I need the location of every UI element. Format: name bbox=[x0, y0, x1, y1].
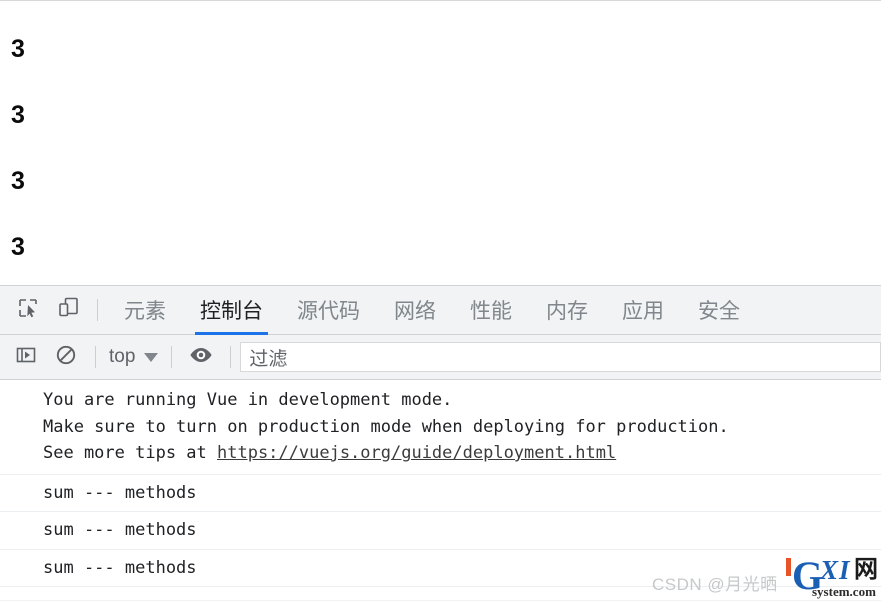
chevron-down-icon bbox=[144, 352, 159, 362]
tab-performance[interactable]: 性能 bbox=[453, 286, 529, 335]
execution-context-selector[interactable]: top bbox=[105, 346, 162, 368]
toolbar-divider bbox=[171, 346, 173, 368]
console-message-list: You are running Vue in development mode.… bbox=[0, 380, 881, 600]
tab-label: 源代码 bbox=[297, 300, 360, 323]
tab-label: 网络 bbox=[394, 300, 436, 323]
tab-sources[interactable]: 源代码 bbox=[280, 286, 377, 335]
tab-application[interactable]: 应用 bbox=[605, 286, 681, 335]
site-logo-watermark: G XI 网 system.com bbox=[786, 554, 881, 600]
device-toolbar-button[interactable] bbox=[48, 291, 88, 329]
tab-label: 控制台 bbox=[200, 300, 263, 323]
console-message-vue-warning[interactable]: You are running Vue in development mode.… bbox=[0, 380, 881, 475]
console-message-text: sum --- methods bbox=[43, 482, 197, 503]
toolbar-divider bbox=[95, 346, 96, 368]
logo-accent-bar bbox=[786, 558, 791, 576]
tab-label: 应用 bbox=[622, 300, 664, 323]
console-message-line: Make sure to turn on production mode whe… bbox=[43, 416, 729, 437]
device-toolbar-icon bbox=[57, 296, 80, 324]
console-filter-placeholder: 过滤 bbox=[249, 348, 288, 370]
console-sidebar-icon bbox=[15, 344, 37, 371]
csdn-watermark: CSDN @月光晒 bbox=[652, 575, 778, 594]
console-message-line: You are running Vue in development mode. bbox=[43, 390, 453, 410]
console-toolbar: top 过滤 bbox=[0, 335, 881, 380]
console-message-line: See more tips at https://vuejs.org/guide… bbox=[43, 440, 881, 467]
tab-label: 安全 bbox=[698, 300, 740, 323]
console-message-log[interactable]: sum --- methods bbox=[0, 475, 881, 512]
devtools-tab-bar: 元素 控制台 源代码 网络 性能 内存 应用 安全 bbox=[0, 285, 881, 335]
devtools-panel: 元素 控制台 源代码 网络 性能 内存 应用 安全 top 过滤 You are… bbox=[0, 285, 881, 601]
tab-elements[interactable]: 元素 bbox=[107, 286, 183, 335]
page-value: 3 bbox=[11, 167, 25, 195]
inspect-element-button[interactable] bbox=[8, 291, 48, 329]
inspect-element-icon bbox=[17, 297, 39, 324]
tab-label: 性能 bbox=[470, 300, 512, 323]
logo-cjk-character: 网 bbox=[854, 556, 878, 583]
console-sidebar-button[interactable] bbox=[6, 338, 46, 376]
tab-network[interactable]: 网络 bbox=[377, 286, 453, 335]
browser-page-content: 3 3 3 3 bbox=[0, 0, 881, 285]
logo-letters-xi: XI bbox=[820, 555, 851, 585]
logo-domain-text: system.com bbox=[812, 584, 876, 599]
console-filter-input[interactable]: 过滤 bbox=[240, 342, 881, 372]
toolbar-divider bbox=[230, 346, 232, 368]
console-message-text: sum --- methods bbox=[43, 520, 197, 540]
tab-memory[interactable]: 内存 bbox=[529, 286, 605, 335]
page-value: 3 bbox=[11, 101, 25, 129]
execution-context-label: top bbox=[109, 346, 136, 367]
tab-label: 内存 bbox=[546, 300, 588, 323]
tab-label: 元素 bbox=[124, 300, 166, 323]
live-expression-button[interactable] bbox=[181, 338, 221, 376]
vue-deployment-link[interactable]: https://vuejs.org/guide/deployment.html bbox=[217, 443, 616, 463]
console-message-log[interactable]: sum --- methods bbox=[0, 512, 881, 550]
live-expression-eye-icon bbox=[188, 345, 214, 370]
page-value: 3 bbox=[11, 35, 25, 63]
tab-console[interactable]: 控制台 bbox=[183, 286, 280, 335]
console-message-text: See more tips at bbox=[43, 443, 217, 463]
page-value: 3 bbox=[11, 233, 25, 261]
clear-console-button[interactable] bbox=[46, 338, 86, 376]
tab-security[interactable]: 安全 bbox=[681, 286, 757, 335]
toolbar-divider bbox=[97, 299, 98, 321]
clear-console-icon bbox=[55, 344, 77, 371]
console-message-text: sum --- methods bbox=[43, 557, 197, 578]
